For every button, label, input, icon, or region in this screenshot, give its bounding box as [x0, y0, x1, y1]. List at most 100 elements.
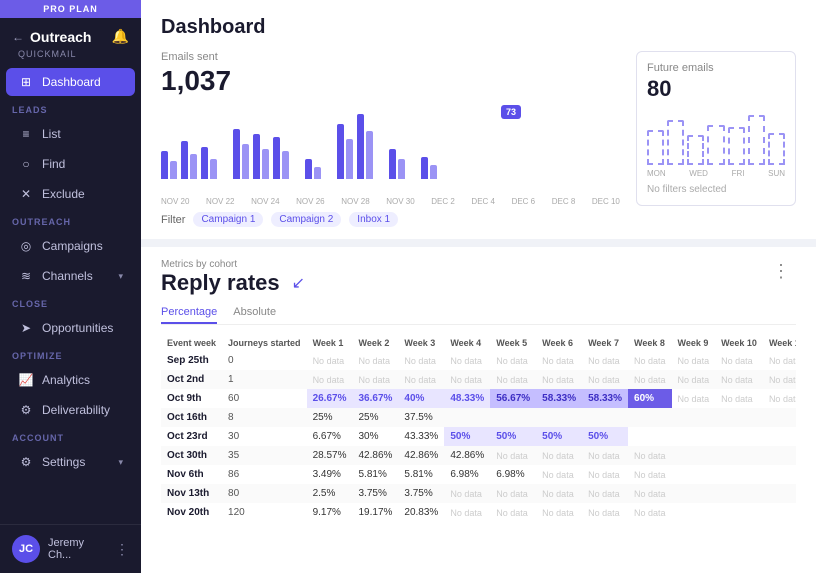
cell-week: 60%	[628, 389, 672, 408]
future-bar	[647, 130, 664, 165]
cell-journeys: 86	[222, 465, 307, 484]
chart-bars	[161, 105, 620, 195]
cell-week: 6.98%	[490, 465, 536, 484]
cell-date: Sep 25th	[161, 351, 222, 370]
cell-week: 9.17%	[307, 503, 353, 522]
cell-week: No data	[536, 465, 582, 484]
cell-week: 42.86%	[352, 446, 398, 465]
cell-date: Oct 30th	[161, 446, 222, 465]
col-week6: Week 6	[536, 335, 582, 351]
cell-week	[763, 408, 796, 427]
cell-week: 25%	[307, 408, 353, 427]
notification-bell-icon[interactable]: 🔔	[112, 28, 129, 45]
section-close: CLOSE	[0, 291, 141, 313]
cell-week	[715, 465, 763, 484]
bar	[305, 159, 312, 179]
cell-week: 3.75%	[352, 484, 398, 503]
sidebar-item-channels[interactable]: ≋ Channels ▾	[6, 262, 135, 290]
cell-week: No data	[628, 446, 672, 465]
sidebar-item-find[interactable]: ○ Find	[6, 150, 135, 178]
sidebar-item-list[interactable]: ≡ List	[6, 120, 135, 148]
future-chart	[647, 110, 785, 165]
metrics-title-block: Metrics by cohort Reply rates ↙	[161, 259, 305, 298]
x-label: NOV 24	[251, 197, 279, 206]
metrics-section: Metrics by cohort Reply rates ↙ ⋮ Percen…	[141, 247, 816, 573]
table-row: Nov 20th1209.17%19.17%20.83%No dataNo da…	[161, 503, 796, 522]
bar	[233, 129, 240, 179]
sidebar-item-campaigns[interactable]: ◎ Campaigns	[6, 232, 135, 260]
section-optimize: OPTIMIZE	[0, 343, 141, 365]
cell-week: 48.33%	[444, 389, 490, 408]
bar	[253, 134, 260, 179]
more-options-button[interactable]: ⋮	[766, 259, 796, 284]
page-title: Dashboard	[161, 16, 796, 39]
cell-date: Oct 16th	[161, 408, 222, 427]
sidebar-item-opportunities[interactable]: ➤ Opportunities	[6, 314, 135, 342]
table-container: Event week Journeys started Week 1 Week …	[161, 335, 796, 522]
emails-sent-value: 1,037	[161, 65, 620, 97]
cell-week: 56.67%	[490, 389, 536, 408]
cell-date: Oct 23rd	[161, 427, 222, 446]
x-label: NOV 20	[161, 197, 189, 206]
cell-week	[763, 465, 796, 484]
section-leads: LEADS	[0, 97, 141, 119]
cell-week: 6.98%	[444, 465, 490, 484]
filter-tag-campaign2[interactable]: Campaign 2	[271, 212, 341, 227]
col-week11: Week 11	[763, 335, 796, 351]
cell-week: No data	[490, 370, 536, 389]
bar	[201, 147, 208, 179]
bar	[366, 131, 373, 179]
cell-week: 40%	[398, 389, 444, 408]
cell-week: No data	[536, 370, 582, 389]
filter-row: Filter Campaign 1 Campaign 2 Inbox 1	[161, 212, 620, 227]
bar	[346, 139, 353, 179]
sidebar-item-settings[interactable]: ⚙ Settings ▾	[6, 448, 135, 476]
cell-week	[536, 408, 582, 427]
cell-week: No data	[536, 503, 582, 522]
cell-journeys: 80	[222, 484, 307, 503]
cell-week: No data	[444, 484, 490, 503]
sidebar-item-analytics[interactable]: 📈 Analytics	[6, 366, 135, 394]
filter-tag-inbox1[interactable]: Inbox 1	[349, 212, 398, 227]
cell-week: No data	[763, 389, 796, 408]
find-icon: ○	[18, 157, 34, 171]
sidebar-item-dashboard[interactable]: ⊞ Dashboard	[6, 68, 135, 96]
bar	[273, 137, 280, 179]
cell-week: No data	[490, 446, 536, 465]
cell-week	[715, 503, 763, 522]
table-row: Oct 30th3528.57%42.86%42.86%42.86%No dat…	[161, 446, 796, 465]
filter-tag-campaign1[interactable]: Campaign 1	[193, 212, 263, 227]
future-emails-value: 80	[647, 76, 785, 102]
avatar: JC	[12, 535, 40, 563]
x-label: FRI	[732, 169, 745, 178]
bar	[190, 154, 197, 179]
back-icon[interactable]: ←	[12, 30, 24, 44]
cell-week	[672, 427, 716, 446]
cell-journeys: 0	[222, 351, 307, 370]
bar-group	[161, 151, 177, 179]
tab-percentage[interactable]: Percentage	[161, 302, 217, 324]
cell-journeys: 1	[222, 370, 307, 389]
cell-week	[763, 484, 796, 503]
bar	[242, 144, 249, 179]
cell-week: 36.67%	[352, 389, 398, 408]
sidebar-item-exclude[interactable]: ✕ Exclude	[6, 180, 135, 208]
bar	[181, 141, 188, 179]
future-bar	[667, 120, 684, 165]
list-icon: ≡	[18, 127, 34, 141]
cell-week	[672, 484, 716, 503]
tab-absolute[interactable]: Absolute	[233, 302, 276, 324]
bar	[357, 114, 364, 179]
cell-week: No data	[536, 351, 582, 370]
sidebar-item-label: Exclude	[42, 187, 85, 201]
bar-group	[421, 157, 437, 179]
dashboard-header: Dashboard Emails sent 1,037 73	[141, 0, 816, 239]
future-emails-section: Future emails 80 MON WED FRI SUN	[636, 51, 796, 206]
main-content: Dashboard Emails sent 1,037 73	[141, 0, 816, 573]
more-options-icon[interactable]: ⋮	[115, 541, 129, 558]
cell-week: No data	[763, 351, 796, 370]
sidebar-item-deliverability[interactable]: ⚙ Deliverability	[6, 396, 135, 424]
col-week2: Week 2	[352, 335, 398, 351]
col-week7: Week 7	[582, 335, 628, 351]
table-row: Oct 2nd1No dataNo dataNo dataNo dataNo d…	[161, 370, 796, 389]
